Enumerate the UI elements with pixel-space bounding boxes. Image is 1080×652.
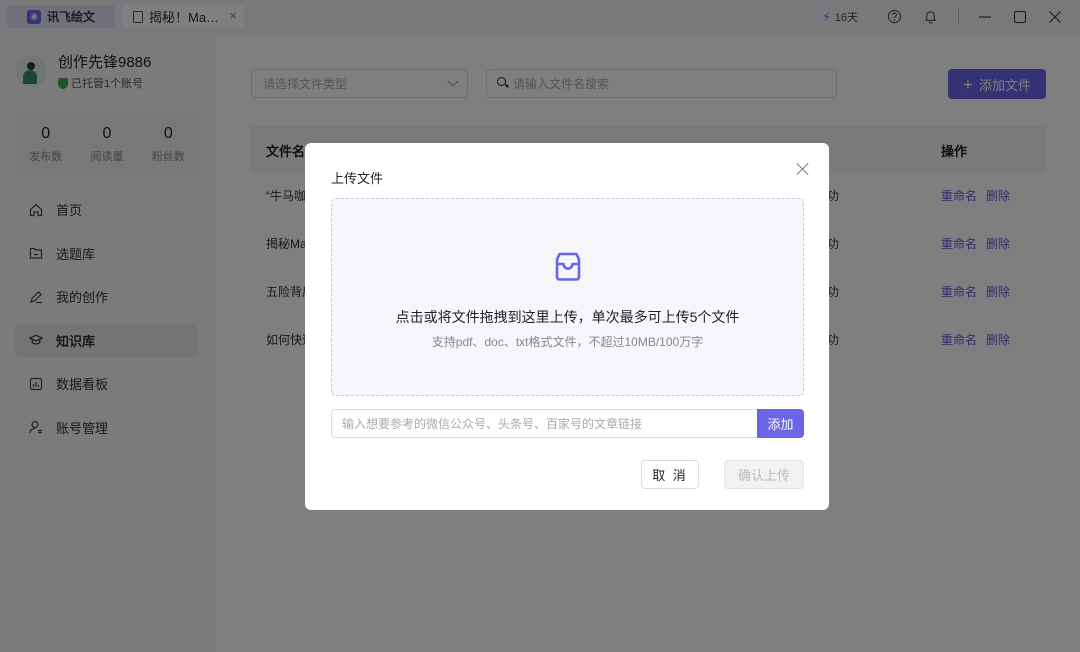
dropzone-instruction: 点击或将文件拖拽到这里上传，单次最多可上传5个文件 (395, 309, 740, 325)
article-link-placeholder: 输入想要参考的微信公众号、头条号、百家号的文章链接 (342, 417, 643, 431)
dialog-title: 上传文件 (331, 171, 384, 186)
close-icon[interactable] (796, 162, 810, 176)
dropzone-hint: 支持pdf、doc、txt格式文件，不超过10MB/100万字 (431, 335, 704, 349)
cancel-button[interactable]: 取 消 (641, 460, 699, 489)
upload-dialog: 上传文件 点击或将文件拖拽到这里上传，单次最多可上传5个文件 支持pdf、doc… (305, 143, 829, 510)
article-link-input[interactable]: 输入想要参考的微信公众号、头条号、百家号的文章链接 (331, 409, 757, 438)
confirm-upload-button[interactable]: 确认上传 (724, 460, 804, 489)
upload-dropzone[interactable]: 点击或将文件拖拽到这里上传，单次最多可上传5个文件 支持pdf、doc、txt格… (331, 198, 804, 396)
inbox-icon (551, 250, 585, 287)
add-link-button[interactable]: 添加 (757, 409, 804, 438)
